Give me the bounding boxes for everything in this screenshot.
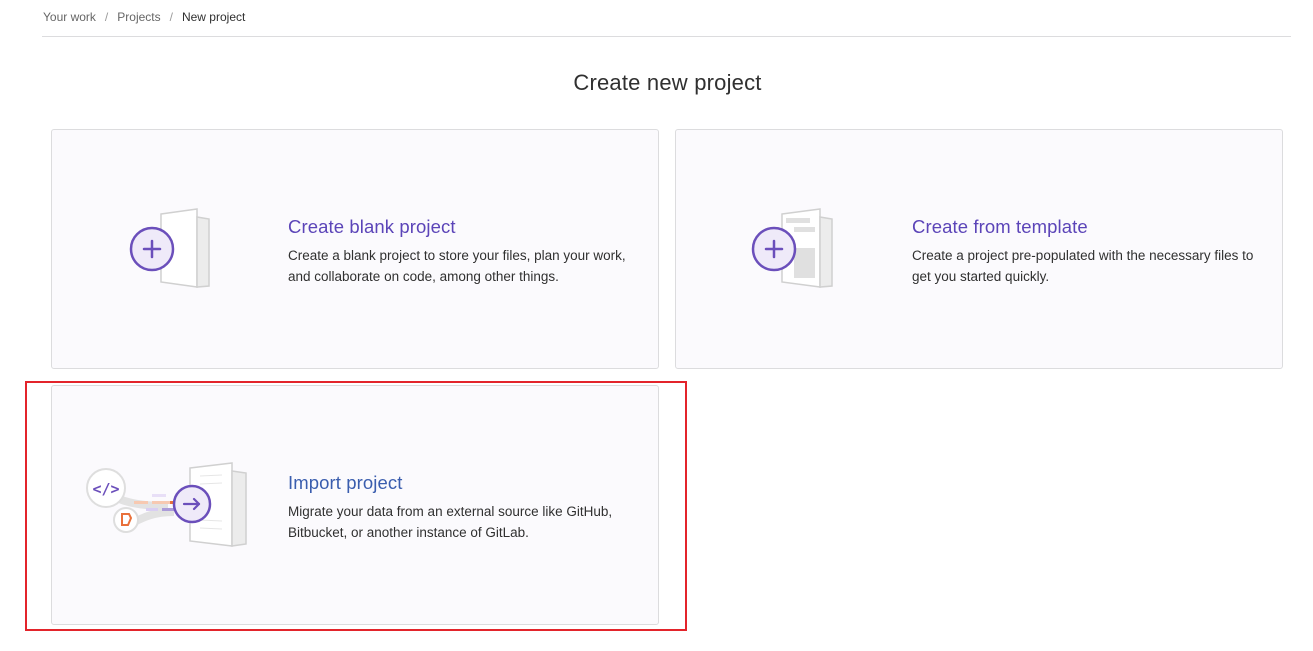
card-description: Create a project pre-populated with the … — [912, 248, 1254, 284]
card-description: Migrate your data from an external sourc… — [288, 504, 613, 540]
card-title: Import project — [288, 472, 403, 493]
import-project-icon: </> — [82, 462, 252, 548]
card-title: Create from template — [912, 216, 1088, 237]
create-from-template-card[interactable]: Create from template Create a project pr… — [675, 129, 1283, 369]
breadcrumb-separator: / — [169, 10, 173, 24]
breadcrumb-divider — [42, 36, 1291, 37]
card-description: Create a blank project to store your fil… — [288, 248, 626, 284]
breadcrumb-your-work[interactable]: Your work — [43, 10, 96, 24]
template-project-icon — [750, 208, 835, 292]
page-title: Create new project — [573, 70, 762, 95]
card-title: Create blank project — [288, 216, 456, 237]
breadcrumb-projects[interactable]: Projects — [117, 10, 160, 24]
breadcrumb: Your work / Projects / New project — [43, 9, 245, 25]
breadcrumb-separator: / — [104, 10, 109, 24]
breadcrumb-current: New project — [181, 10, 246, 24]
import-project-card[interactable]: </> Import project Migrate your data fro… — [51, 385, 659, 625]
svg-text:</>: </> — [92, 480, 119, 498]
blank-project-icon — [127, 208, 212, 292]
create-blank-project-card[interactable]: Create blank project Create a blank proj… — [51, 129, 659, 369]
